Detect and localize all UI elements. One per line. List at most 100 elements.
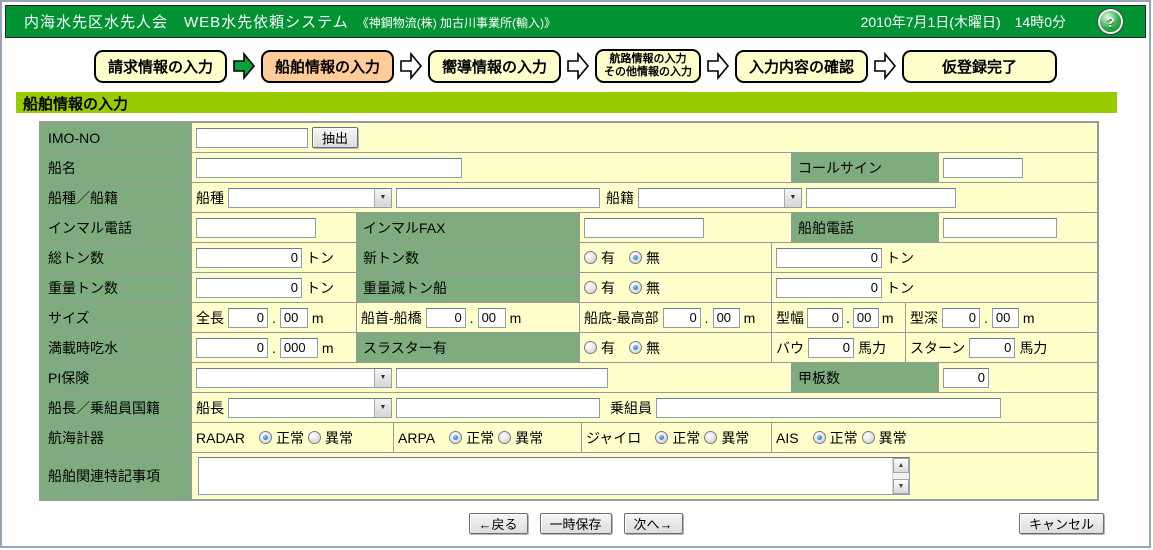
arpa-normal-radio[interactable] [449,431,462,444]
captain-nationality-select[interactable]: ▼ [228,398,392,418]
wizard-step-complete: 仮登録完了 [902,50,1057,83]
dot: . [705,310,709,326]
next-button[interactable]: 次へ→ [624,513,683,534]
chevron-down-icon[interactable]: ▼ [374,369,391,387]
normal-label[interactable]: 正常 [466,428,494,448]
no-label[interactable]: 無 [646,278,660,298]
arpa-abnormal-radio[interactable] [498,431,511,444]
back-button[interactable]: ←戻る [468,513,527,534]
ship-tel-input[interactable] [943,218,1057,238]
ais-abnormal-radio[interactable] [862,431,875,444]
help-icon[interactable]: ? [1100,11,1121,32]
radar-cell: RADAR 正常 異常 [192,423,394,452]
new-tonnage-no-radio[interactable] [629,251,642,264]
loa-int-input[interactable] [228,308,268,328]
new-tonnage-yes-radio[interactable] [584,251,597,264]
chevron-down-icon[interactable]: ▼ [374,399,391,417]
decks-input[interactable] [943,368,989,388]
stern-thruster-input[interactable] [969,338,1015,358]
scroll-up-icon[interactable]: ▲ [893,458,909,473]
reduced-tonnage-input[interactable] [776,278,882,298]
imo-label: IMO-NO [41,123,192,152]
stern-thruster-cell: スターン 馬力 [906,333,1097,362]
scrollbar[interactable]: ▲ ▼ [892,458,909,494]
thruster-yes-radio[interactable] [584,341,597,354]
wizard-step-ship-active: 船舶情報の入力 [261,50,394,83]
cancel-button[interactable]: キャンセル [1019,513,1104,534]
cancel-button-wrap: キャンセル [1019,513,1104,534]
imo-input[interactable] [196,128,308,148]
pi-insurance-select[interactable]: ▼ [196,368,392,388]
bow-bridge-cell: 船首-船橋 . m [357,303,580,332]
gross-tonnage-input[interactable] [196,248,302,268]
row-nav-instruments: 航海計器 RADAR 正常 異常 ARPA 正常 異常 ジャイロ 正常 異常 A… [41,423,1097,453]
bow-bridge-label: 船首-船橋 [361,308,422,328]
normal-label[interactable]: 正常 [672,428,700,448]
loa-dec-input[interactable] [280,308,308,328]
inmarsat-fax-input[interactable] [584,218,704,238]
chevron-down-icon[interactable]: ▼ [784,189,801,207]
registry-select[interactable]: ▼ [638,188,802,208]
bottom-top-dec-input[interactable] [713,308,740,328]
ship-name-cell [192,153,792,182]
abnormal-label[interactable]: 異常 [325,428,353,448]
beam-int-input[interactable] [807,308,843,328]
step-label: 船舶情報の入力 [275,59,380,76]
reduced-tonnage-no-radio[interactable] [629,281,642,294]
step-label: 嚮導情報の入力 [442,59,547,76]
full-draft-cell: . m [192,333,357,362]
bow-bridge-int-input[interactable] [426,308,466,328]
ship-name-input[interactable] [196,158,462,178]
dot: . [272,310,276,326]
radar-normal-radio[interactable] [259,431,272,444]
reduced-tonnage-radio-cell: 有 無 [580,273,772,302]
captain-nationality-input[interactable] [396,398,600,418]
bottom-top-int-input[interactable] [663,308,701,328]
deadweight-input[interactable] [196,278,302,298]
registry-input[interactable] [806,188,956,208]
gyro-abnormal-radio[interactable] [704,431,717,444]
bow-thruster-input[interactable] [808,338,854,358]
gyro-normal-radio[interactable] [655,431,668,444]
ship-type-input[interactable] [396,188,600,208]
depth-int-input[interactable] [942,308,980,328]
extract-button[interactable]: 抽出 [312,127,358,148]
no-label[interactable]: 無 [646,248,660,268]
loa-label: 全長 [196,308,224,328]
captain-label: 船長 [196,398,224,418]
chevron-down-icon[interactable]: ▼ [374,189,391,207]
yes-label[interactable]: 有 [601,338,615,358]
bow-bridge-dec-input[interactable] [478,308,506,328]
remarks-textarea[interactable]: ▲ ▼ [198,457,910,495]
step-label: 仮登録完了 [942,59,1017,76]
beam-dec-input[interactable] [853,308,879,328]
decks-cell [939,363,1097,392]
ais-normal-radio[interactable] [813,431,826,444]
no-label[interactable]: 無 [646,338,660,358]
normal-label[interactable]: 正常 [830,428,858,448]
ton-unit: トン [306,278,334,298]
full-draft-dec-input[interactable] [280,338,318,358]
full-draft-int-input[interactable] [196,338,268,358]
callsign-input[interactable] [943,158,1023,178]
yes-label[interactable]: 有 [601,278,615,298]
inmarsat-tel-input[interactable] [196,218,316,238]
normal-label[interactable]: 正常 [276,428,304,448]
yes-label[interactable]: 有 [601,248,615,268]
new-tonnage-input[interactable] [776,248,882,268]
crew-nationality-input[interactable] [656,398,1001,418]
radar-abnormal-radio[interactable] [308,431,321,444]
pi-insurance-input[interactable] [396,368,608,388]
gyro-cell: ジャイロ 正常 異常 [582,423,772,452]
depth-dec-input[interactable] [992,308,1019,328]
ship-type-select[interactable]: ▼ [228,188,392,208]
reduced-tonnage-yes-radio[interactable] [584,281,597,294]
ton-unit: トン [886,248,914,268]
thruster-no-radio[interactable] [629,341,642,354]
full-draft-label: 満載時吃水 [41,333,192,362]
abnormal-label[interactable]: 異常 [721,428,749,448]
abnormal-label[interactable]: 異常 [879,428,907,448]
scroll-down-icon[interactable]: ▼ [893,479,909,494]
temp-save-button[interactable]: 一時保存 [539,513,611,534]
abnormal-label[interactable]: 異常 [515,428,543,448]
